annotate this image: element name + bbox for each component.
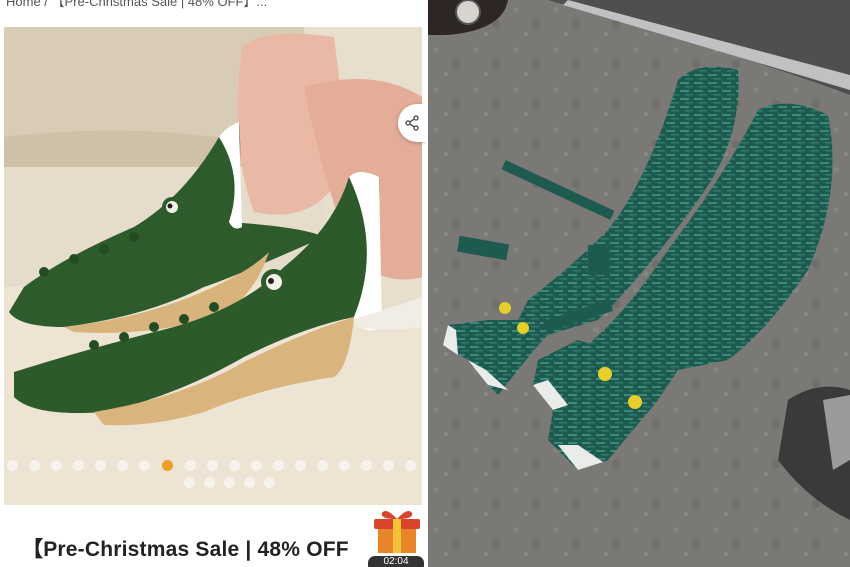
carousel-dot[interactable]: [73, 460, 84, 471]
carousel-dot[interactable]: [295, 460, 306, 471]
carousel-dot[interactable]: [273, 460, 284, 471]
carousel-dot[interactable]: [51, 460, 62, 471]
crocodile-socks-photo: [4, 27, 422, 505]
carousel-dot[interactable]: [139, 460, 150, 471]
gift-promo-button[interactable]: [372, 507, 422, 555]
carousel-dot[interactable]: [185, 460, 196, 471]
carousel-dot[interactable]: [207, 460, 218, 471]
product-title: 【Pre-Christmas Sale | 48% OFF: [22, 538, 349, 561]
countdown-timer: 02:04: [368, 556, 424, 567]
carousel-dot[interactable]: [95, 460, 106, 471]
carousel-dot[interactable]: [204, 477, 215, 488]
carousel-dot[interactable]: [361, 460, 372, 471]
crocodile-socks-countertop-photo: [428, 0, 850, 567]
customer-photo[interactable]: [428, 0, 850, 567]
carousel-dot[interactable]: [317, 460, 328, 471]
carousel-indicator: [4, 455, 422, 495]
carousel-dot[interactable]: [184, 477, 195, 488]
carousel-dot[interactable]: [7, 460, 18, 471]
carousel-dot-active[interactable]: [162, 460, 173, 471]
carousel-dot[interactable]: [383, 460, 394, 471]
carousel-dot[interactable]: [229, 460, 240, 471]
breadcrumb[interactable]: Home / 【Pre-Christmas Sale | 48% OFF】...: [6, 0, 267, 10]
carousel-dot[interactable]: [224, 477, 235, 488]
product-listing: Home / 【Pre-Christmas Sale | 48% OFF】...: [0, 0, 426, 567]
carousel-dot[interactable]: [244, 477, 255, 488]
share-icon: [405, 115, 419, 131]
carousel-dot[interactable]: [339, 460, 350, 471]
product-image[interactable]: [4, 27, 422, 505]
carousel-dot[interactable]: [405, 460, 416, 471]
carousel-dot[interactable]: [264, 477, 275, 488]
gift-icon: [374, 511, 420, 553]
carousel-dot[interactable]: [251, 460, 262, 471]
carousel-dot[interactable]: [117, 460, 128, 471]
carousel-dot[interactable]: [29, 460, 40, 471]
